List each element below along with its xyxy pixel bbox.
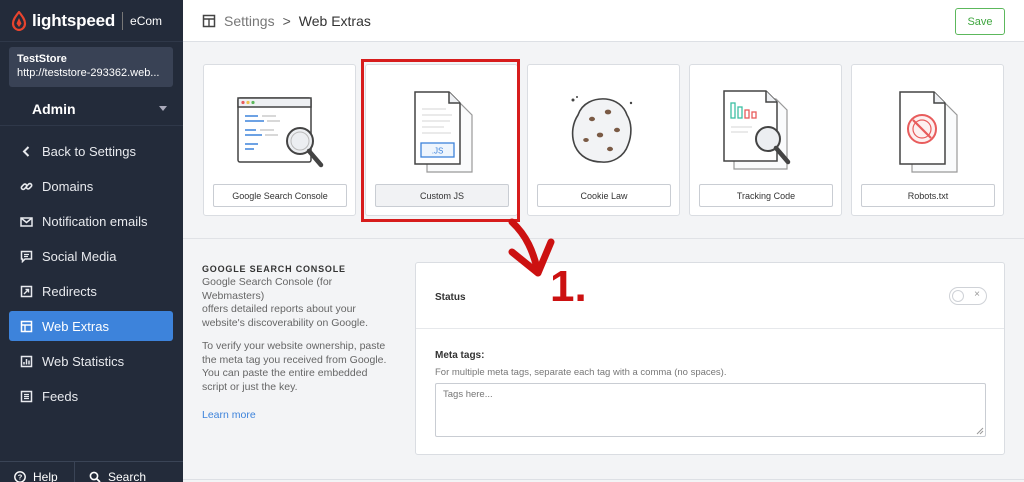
sidebar-item-label: Web Extras: [42, 318, 109, 334]
section-intro-line: offers detailed reports about your: [202, 303, 356, 315]
sidebar-item-notification-emails[interactable]: Notification emails: [9, 206, 173, 236]
meta-tags-label: Meta tags:: [435, 350, 485, 361]
tile-robots-txt[interactable]: Robots.txt: [851, 64, 1004, 216]
section-instructions: To verify your website ownership, paste …: [202, 340, 397, 394]
section-intro-line: website's discoverability on Google.: [202, 316, 369, 329]
search-button[interactable]: Search: [75, 462, 146, 482]
meta-tags-input[interactable]: [435, 383, 986, 437]
sidebar-item-web-statistics[interactable]: Web Statistics: [9, 346, 173, 376]
settings-panel: Status × Meta tags: For multiple meta ta…: [415, 262, 1005, 455]
tracking-illustration-icon: [723, 90, 791, 170]
email-icon: [19, 214, 33, 228]
toggle-off-icon: ×: [974, 289, 980, 300]
panel-divider: [416, 328, 1004, 329]
status-toggle[interactable]: ×: [949, 287, 987, 305]
sidebar-item-label: Notification emails: [42, 213, 148, 229]
sidebar-footer: ? Help Search: [0, 461, 183, 482]
section-divider: [183, 238, 1024, 239]
caret-down-icon: [159, 106, 167, 111]
help-button[interactable]: ? Help: [0, 462, 75, 482]
web-extras-icon: [19, 319, 33, 333]
brand-product: eCom: [130, 13, 163, 28]
status-label: Status: [435, 292, 466, 303]
store-switcher[interactable]: TestStore http://teststore-293362.web...: [9, 47, 173, 87]
help-label: Help: [33, 470, 58, 482]
sidebar-item-back-to-settings[interactable]: Back to Settings: [9, 136, 173, 166]
robots-illustration-icon: [899, 91, 958, 173]
breadcrumb-separator: >: [282, 12, 291, 29]
save-button[interactable]: Save: [955, 8, 1005, 35]
section-instructions-line: You can paste the entire embedded: [202, 367, 368, 379]
section-description: GOOGLE SEARCH CONSOLE Google Search Cons…: [202, 264, 397, 421]
user-menu[interactable]: Admin: [0, 92, 183, 126]
chevron-left-icon: [19, 144, 33, 158]
breadcrumb-settings[interactable]: Settings: [224, 13, 275, 29]
sidebar-item-label: Web Statistics: [42, 353, 125, 369]
resize-grip-icon[interactable]: [976, 427, 984, 435]
section-title: GOOGLE SEARCH CONSOLE: [202, 264, 346, 274]
page-bottom-divider: [183, 479, 1024, 480]
brand-name: lightspeed: [32, 10, 116, 30]
svg-text:?: ?: [18, 473, 23, 482]
section-instructions-line: the meta tag you received from Google.: [202, 353, 387, 366]
sidebar-item-label: Back to Settings: [42, 143, 136, 159]
sidebar-item-label: Feeds: [42, 388, 79, 404]
tile-label[interactable]: Custom JS: [375, 184, 509, 207]
link-icon: [19, 179, 33, 193]
sidebar-item-redirects[interactable]: Redirects: [9, 276, 173, 306]
help-icon: ?: [14, 471, 26, 482]
tile-label[interactable]: Cookie Law: [537, 184, 671, 207]
chat-icon: [19, 249, 33, 263]
meta-tags-help: For multiple meta tags, separate each ta…: [435, 367, 727, 378]
toggle-knob: [952, 290, 964, 302]
tile-cookie-law[interactable]: Cookie Law: [527, 64, 680, 216]
js-file-illustration-icon: .JS: [414, 91, 473, 173]
sidebar-item-social-media[interactable]: Social Media: [9, 241, 173, 271]
page-title: Web Extras: [298, 12, 371, 29]
search-console-illustration-icon: [237, 97, 324, 168]
tile-label[interactable]: Tracking Code: [699, 184, 833, 207]
search-label: Search: [108, 470, 147, 482]
user-menu-label: Admin: [32, 100, 76, 117]
sidebar-item-feeds[interactable]: Feeds: [9, 381, 173, 411]
section-intro: Google Search Console (for Webmasters) o…: [202, 276, 397, 330]
topbar: Settings > Web Extras Save: [183, 0, 1024, 42]
sidebar-item-domains[interactable]: Domains: [9, 171, 173, 201]
sidebar-item-label: Domains: [42, 178, 94, 194]
learn-more-link[interactable]: Learn more: [202, 409, 397, 421]
store-url: http://teststore-293362.web...: [17, 67, 160, 79]
js-label: .JS: [432, 147, 444, 156]
section-instructions-line: script or just the key.: [202, 380, 298, 393]
sidebar-nav: Back to Settings Domains Notification em…: [9, 136, 173, 416]
sidebar-item-label: Social Media: [42, 248, 117, 264]
store-name: TestStore: [17, 53, 67, 65]
sidebar: lightspeed eCom TestStore http://teststo…: [0, 0, 183, 482]
sidebar-item-label: Redirects: [42, 283, 97, 299]
tile-label[interactable]: Robots.txt: [861, 184, 995, 207]
section-intro-line: Google Search Console (for Webmasters): [202, 276, 333, 302]
search-icon: [89, 471, 101, 482]
lightspeed-logo-icon: [11, 10, 27, 31]
feeds-icon: [19, 389, 33, 403]
section-instructions-line: To verify your website ownership, paste: [202, 340, 386, 352]
tile-google-search-console[interactable]: Google Search Console: [203, 64, 356, 216]
tile-tracking-code[interactable]: Tracking Code: [689, 64, 842, 216]
statistics-icon: [19, 354, 33, 368]
cookie-illustration-icon: [571, 96, 633, 163]
redirect-icon: [19, 284, 33, 298]
brand[interactable]: lightspeed eCom: [0, 0, 183, 42]
brand-divider: [122, 11, 124, 30]
tile-label[interactable]: Google Search Console: [213, 184, 347, 207]
web-extras-icon: [202, 14, 216, 27]
sidebar-item-web-extras[interactable]: Web Extras: [9, 311, 173, 341]
tile-custom-js[interactable]: .JS Custom JS: [365, 64, 518, 216]
annotation-number: 1.: [550, 262, 587, 311]
